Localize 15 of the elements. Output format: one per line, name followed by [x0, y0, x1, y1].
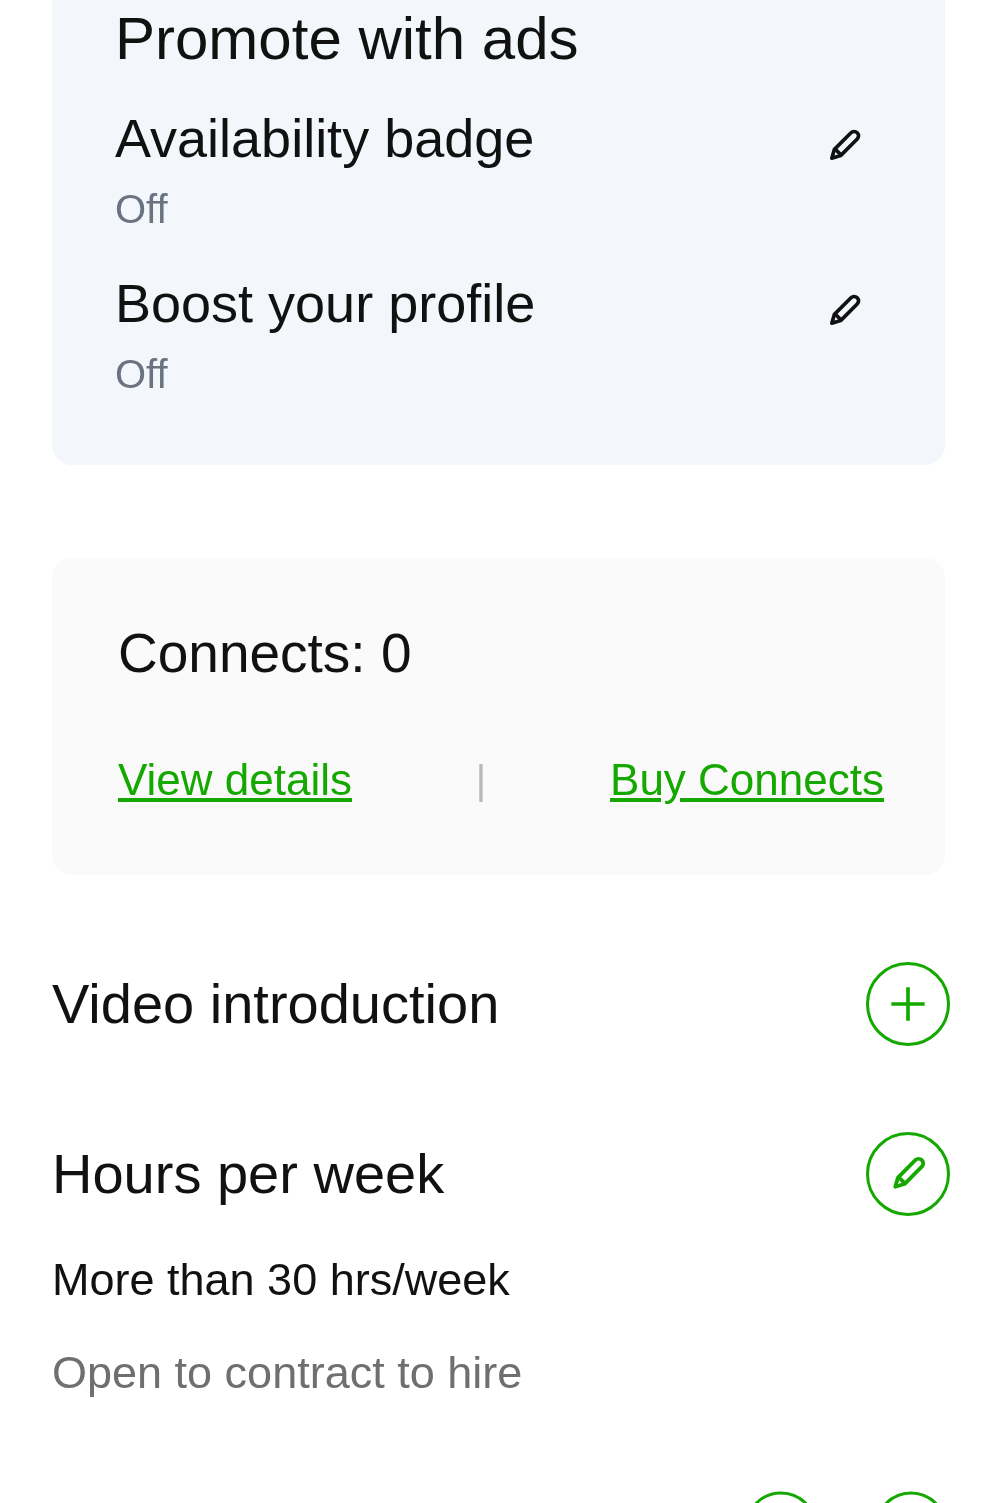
section-title: Video introduction: [52, 973, 500, 1035]
view-details-link[interactable]: View details: [118, 754, 352, 806]
separator: |: [475, 757, 487, 804]
add-button[interactable]: [866, 962, 950, 1046]
section-value: More than 30 hrs/week: [52, 1254, 510, 1306]
connects-count: Connects: 0: [118, 623, 413, 683]
setting-status: Off: [115, 351, 169, 398]
section-title: Hours per week: [52, 1143, 445, 1205]
setting-label: Boost your profile: [115, 273, 536, 333]
section-note: Open to contract to hire: [52, 1347, 523, 1399]
buy-connects-link[interactable]: Buy Connects: [610, 754, 884, 806]
setting-status: Off: [115, 186, 169, 233]
plus-icon: [888, 984, 928, 1024]
setting-label: Availability badge: [115, 108, 535, 168]
card-title: Promote with ads: [115, 8, 580, 70]
